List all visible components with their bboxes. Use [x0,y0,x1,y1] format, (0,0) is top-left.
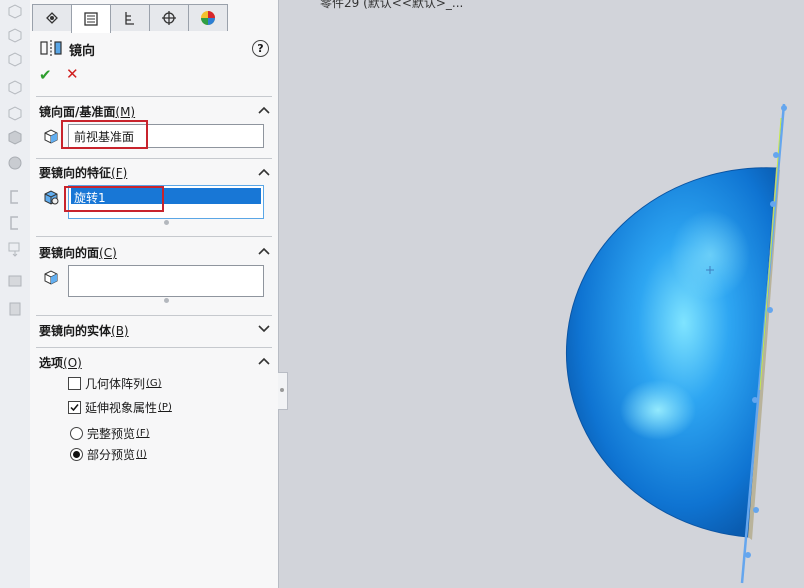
chevron-up-icon[interactable] [258,357,270,365]
full-preview-option[interactable]: 完整预览 (F) [70,425,150,442]
display-manager-icon [201,11,215,25]
property-manager-panel: 镜向 ? ✔ ✕ 镜向面/基准面(M) 前视基准面 要镜向的特征(F) 旋转1 … [30,0,279,588]
chevron-up-icon[interactable] [258,247,270,255]
tab-feature-manager[interactable] [32,4,72,31]
half-sphere-model[interactable] [565,167,780,540]
options-section-title[interactable]: 选项(O) [39,354,82,371]
feature-title: 镜向 [69,44,96,59]
cube-view-icon[interactable] [6,2,24,20]
feature-manager-icon [46,12,58,24]
cancel-button[interactable]: ✕ [66,65,79,83]
bracket-icon[interactable] [6,214,24,232]
propagate-visual-checkbox[interactable] [68,401,81,414]
tab-configuration-manager[interactable] [110,4,150,31]
command-toolstrip [0,0,31,588]
faces-section-title[interactable]: 要镜向的面(C) [39,244,117,261]
mirror-plane-section-title[interactable]: 镜向面/基准面(M) [39,103,135,120]
cube-view-icon[interactable] [6,50,24,68]
move-icon[interactable] [6,240,24,258]
bodies-section-title[interactable]: 要镜向的实体(B) [39,322,129,339]
faces-list[interactable] [68,265,264,297]
plane-selection-icon [44,129,58,144]
partial-preview-option[interactable]: 部分预览 (I) [70,446,147,463]
geometry-pattern-option[interactable]: 几何体阵列 (G) [68,375,162,392]
shaded-view-icon[interactable] [6,154,24,172]
divider [36,236,272,237]
panel-splitter[interactable] [278,372,288,410]
chevron-up-icon[interactable] [258,168,270,176]
mirror-plane-highlight [61,120,148,149]
ok-button[interactable]: ✔ [39,66,52,84]
check-icon [70,404,79,412]
assembly-icon[interactable] [6,272,24,290]
tab-display-manager[interactable] [188,4,228,31]
cube-view-icon[interactable] [6,104,24,122]
partial-preview-radio[interactable] [70,448,83,461]
divider [36,96,272,97]
divider [36,158,272,159]
divider [36,315,272,316]
part-icon[interactable] [6,300,24,318]
chevron-down-icon[interactable] [258,325,270,333]
cube-view-icon[interactable] [6,78,24,96]
graphics-viewport[interactable] [288,0,804,588]
tab-property-manager[interactable] [71,4,111,33]
list-resize-grip[interactable] [164,298,169,303]
property-manager-icon [84,12,98,26]
feature-item-highlight [64,186,164,212]
list-resize-grip[interactable] [164,220,169,225]
divider [36,347,272,348]
feature-selection-icon [44,190,59,205]
cube-view-icon[interactable] [6,26,24,44]
face-selection-icon [44,270,58,285]
configuration-manager-icon [125,12,134,25]
propagate-visual-option[interactable]: 延伸视象属性 (P) [68,399,172,416]
full-preview-radio[interactable] [70,427,83,440]
bracket-icon[interactable] [6,188,24,206]
help-button[interactable]: ? [252,40,269,57]
features-section-title[interactable]: 要镜向的特征(F) [39,164,127,181]
chevron-up-icon[interactable] [258,106,270,114]
cube-view-icon[interactable] [6,128,24,146]
geometry-pattern-checkbox[interactable] [68,377,81,390]
dimxpert-icon [162,11,176,25]
tab-dimxpert[interactable] [149,4,189,31]
mirror-feature-icon [40,40,62,56]
